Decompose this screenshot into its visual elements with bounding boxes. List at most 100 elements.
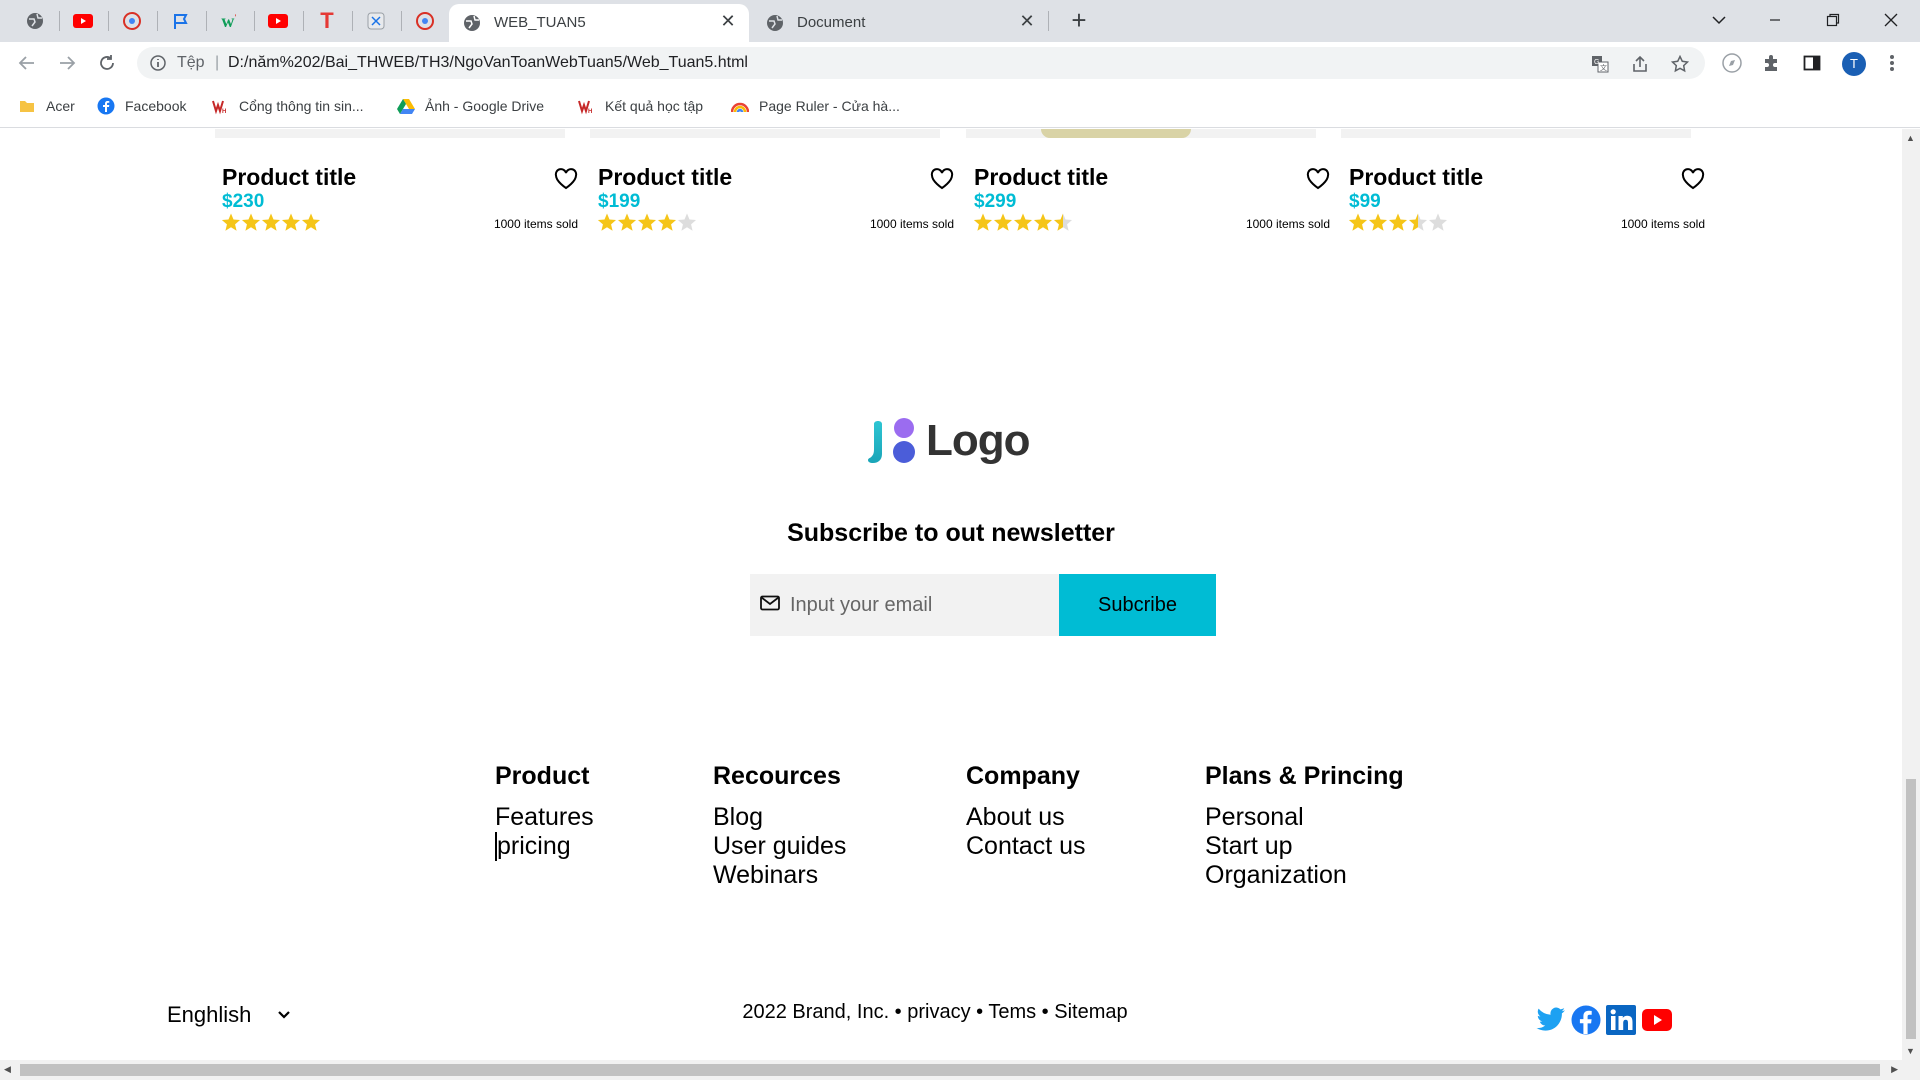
pinned-tab-4[interactable] [166,8,196,34]
scroll-down-arrow-icon[interactable]: ▼ [1906,1046,1915,1056]
back-button[interactable] [13,49,41,77]
bookmark-star-icon[interactable] [1669,53,1691,75]
footer-link[interactable]: Features [495,803,594,832]
vertical-scroll-thumb[interactable] [1906,779,1916,1039]
globe-icon [767,15,783,31]
forward-button[interactable] [53,49,81,77]
items-sold: 1000 items sold [869,217,954,231]
bookmark-google-drive[interactable]: Ảnh - Google Drive [397,96,544,116]
scroll-right-arrow-icon[interactable]: ▶ [1891,1064,1898,1075]
star-icon [993,213,1013,231]
extensions-puzzle-icon[interactable] [1760,51,1784,75]
footer-link[interactable]: Organization [1205,861,1404,890]
info-icon[interactable] [149,54,167,72]
items-sold: 1000 items sold [1620,217,1705,231]
footer-link[interactable]: pricing [495,832,594,861]
address-bar[interactable]: Tệp | D:/năm%202/Bai_THWEB/TH3/NgoVanToa… [137,47,1705,79]
footer-link[interactable]: About us [966,803,1086,832]
url-text[interactable]: D:/năm%202/Bai_THWEB/TH3/NgoVanToanWebTu… [228,54,748,72]
brand-logo[interactable]: Logo [868,416,1031,466]
pinned-tab-youtube-2[interactable] [263,8,293,34]
pinned-tab-3[interactable] [117,8,147,34]
t-letter-icon: T [320,8,334,33]
bookmark-facebook[interactable]: Facebook [97,96,186,116]
product-image[interactable] [966,129,1316,138]
subscribe-button[interactable]: Subcribe [1059,574,1216,636]
star-icon [1428,213,1448,231]
horizontal-scrollbar[interactable]: ◀ ▶ [0,1060,1920,1080]
close-tab-icon[interactable]: ✕ [717,10,739,32]
youtube-icon [73,14,93,28]
product-image[interactable] [215,129,565,138]
star-icon [598,213,617,231]
footer-link[interactable]: Start up [1205,832,1404,861]
tab-web-tuan5[interactable]: WEB_TUAN5 ✕ [449,4,749,42]
globe-icon [464,15,480,31]
pinned-tab-5[interactable]: w' [214,8,244,34]
tab-document[interactable]: Document ✕ [752,4,1048,42]
side-panel-icon[interactable] [1800,51,1824,75]
page-viewport: Product title $230 1000 items sold Produ… [0,129,1902,1060]
product-title[interactable]: Product title [1349,164,1483,191]
product-image[interactable] [1341,129,1691,138]
tab-separator [108,11,109,31]
translate-icon[interactable]: G文 [1589,53,1611,75]
new-tab-button[interactable]: + [1064,6,1094,36]
footer-column-resources: Recources Blog User guides Webinars [713,762,846,890]
heart-icon[interactable] [1681,168,1705,190]
bookmark-acer[interactable]: Acer [18,96,75,116]
rating-stars [1349,213,1448,231]
minimize-icon [1770,19,1780,21]
newsletter-title: Subscribe to out newsletter [787,519,1115,547]
footer-link[interactable]: User guides [713,832,846,861]
heart-icon[interactable] [554,168,578,190]
bookmark-page-ruler[interactable]: Page Ruler - Cửa hà... [731,96,900,116]
pinned-tab-youtube[interactable] [68,8,98,34]
close-window-button[interactable] [1868,0,1914,40]
tab-search-button[interactable] [1696,0,1742,40]
linkedin-link[interactable] [1606,1005,1636,1035]
horizontal-scroll-thumb[interactable] [20,1064,1880,1076]
facebook-icon [97,97,115,115]
scroll-left-arrow-icon[interactable]: ◀ [4,1064,11,1075]
youtube-link[interactable] [1642,1005,1672,1035]
tab-title: WEB_TUAN5 [494,14,586,31]
close-tab-icon[interactable]: ✕ [1016,10,1038,32]
product-title[interactable]: Product title [222,164,356,191]
tab-title: Document [797,14,866,31]
newsletter-email-box[interactable] [750,574,1060,636]
copyright-line[interactable]: 2022 Brand, Inc. • privacy • Tems • Site… [742,1001,1127,1023]
star-icon [1388,213,1408,231]
heart-icon[interactable] [930,168,954,190]
facebook-icon [1571,1005,1601,1035]
footer-link[interactable]: Contact us [966,832,1086,861]
linkedin-icon [1606,1005,1636,1035]
share-icon[interactable] [1629,53,1651,75]
footer-link[interactable]: Personal [1205,803,1404,832]
reload-button[interactable] [93,49,121,77]
compass-extension-icon[interactable] [1720,51,1744,75]
minimize-button[interactable] [1752,0,1798,40]
product-title[interactable]: Product title [598,164,732,191]
pinned-tab-9[interactable] [410,8,440,34]
product-price: $230 [222,191,265,212]
pinned-tab-globe[interactable] [20,8,50,34]
profile-avatar[interactable]: T [1842,52,1866,76]
footer-link[interactable]: Webinars [713,861,846,890]
heart-icon[interactable] [1306,168,1330,190]
pinned-tab-8[interactable] [361,8,391,34]
vertical-scrollbar[interactable]: ▲ ▼ [1902,129,1920,1060]
email-input[interactable] [790,586,1050,624]
product-image[interactable] [590,129,940,138]
bookmark-cong-thong-tin[interactable]: H Cổng thông tin sin... [211,96,364,116]
restore-button[interactable] [1810,0,1856,40]
facebook-link[interactable] [1571,1005,1601,1035]
menu-kebab-icon[interactable] [1880,51,1904,75]
twitter-link[interactable] [1536,1005,1566,1035]
product-title[interactable]: Product title [974,164,1108,191]
footer-link[interactable]: Blog [713,803,846,832]
scroll-up-arrow-icon[interactable]: ▲ [1906,133,1915,143]
close-icon [1884,13,1898,27]
bookmark-ket-qua-hoc-tap[interactable]: H Kết quả học tập [577,96,703,116]
pinned-tab-7[interactable]: T [312,8,342,34]
